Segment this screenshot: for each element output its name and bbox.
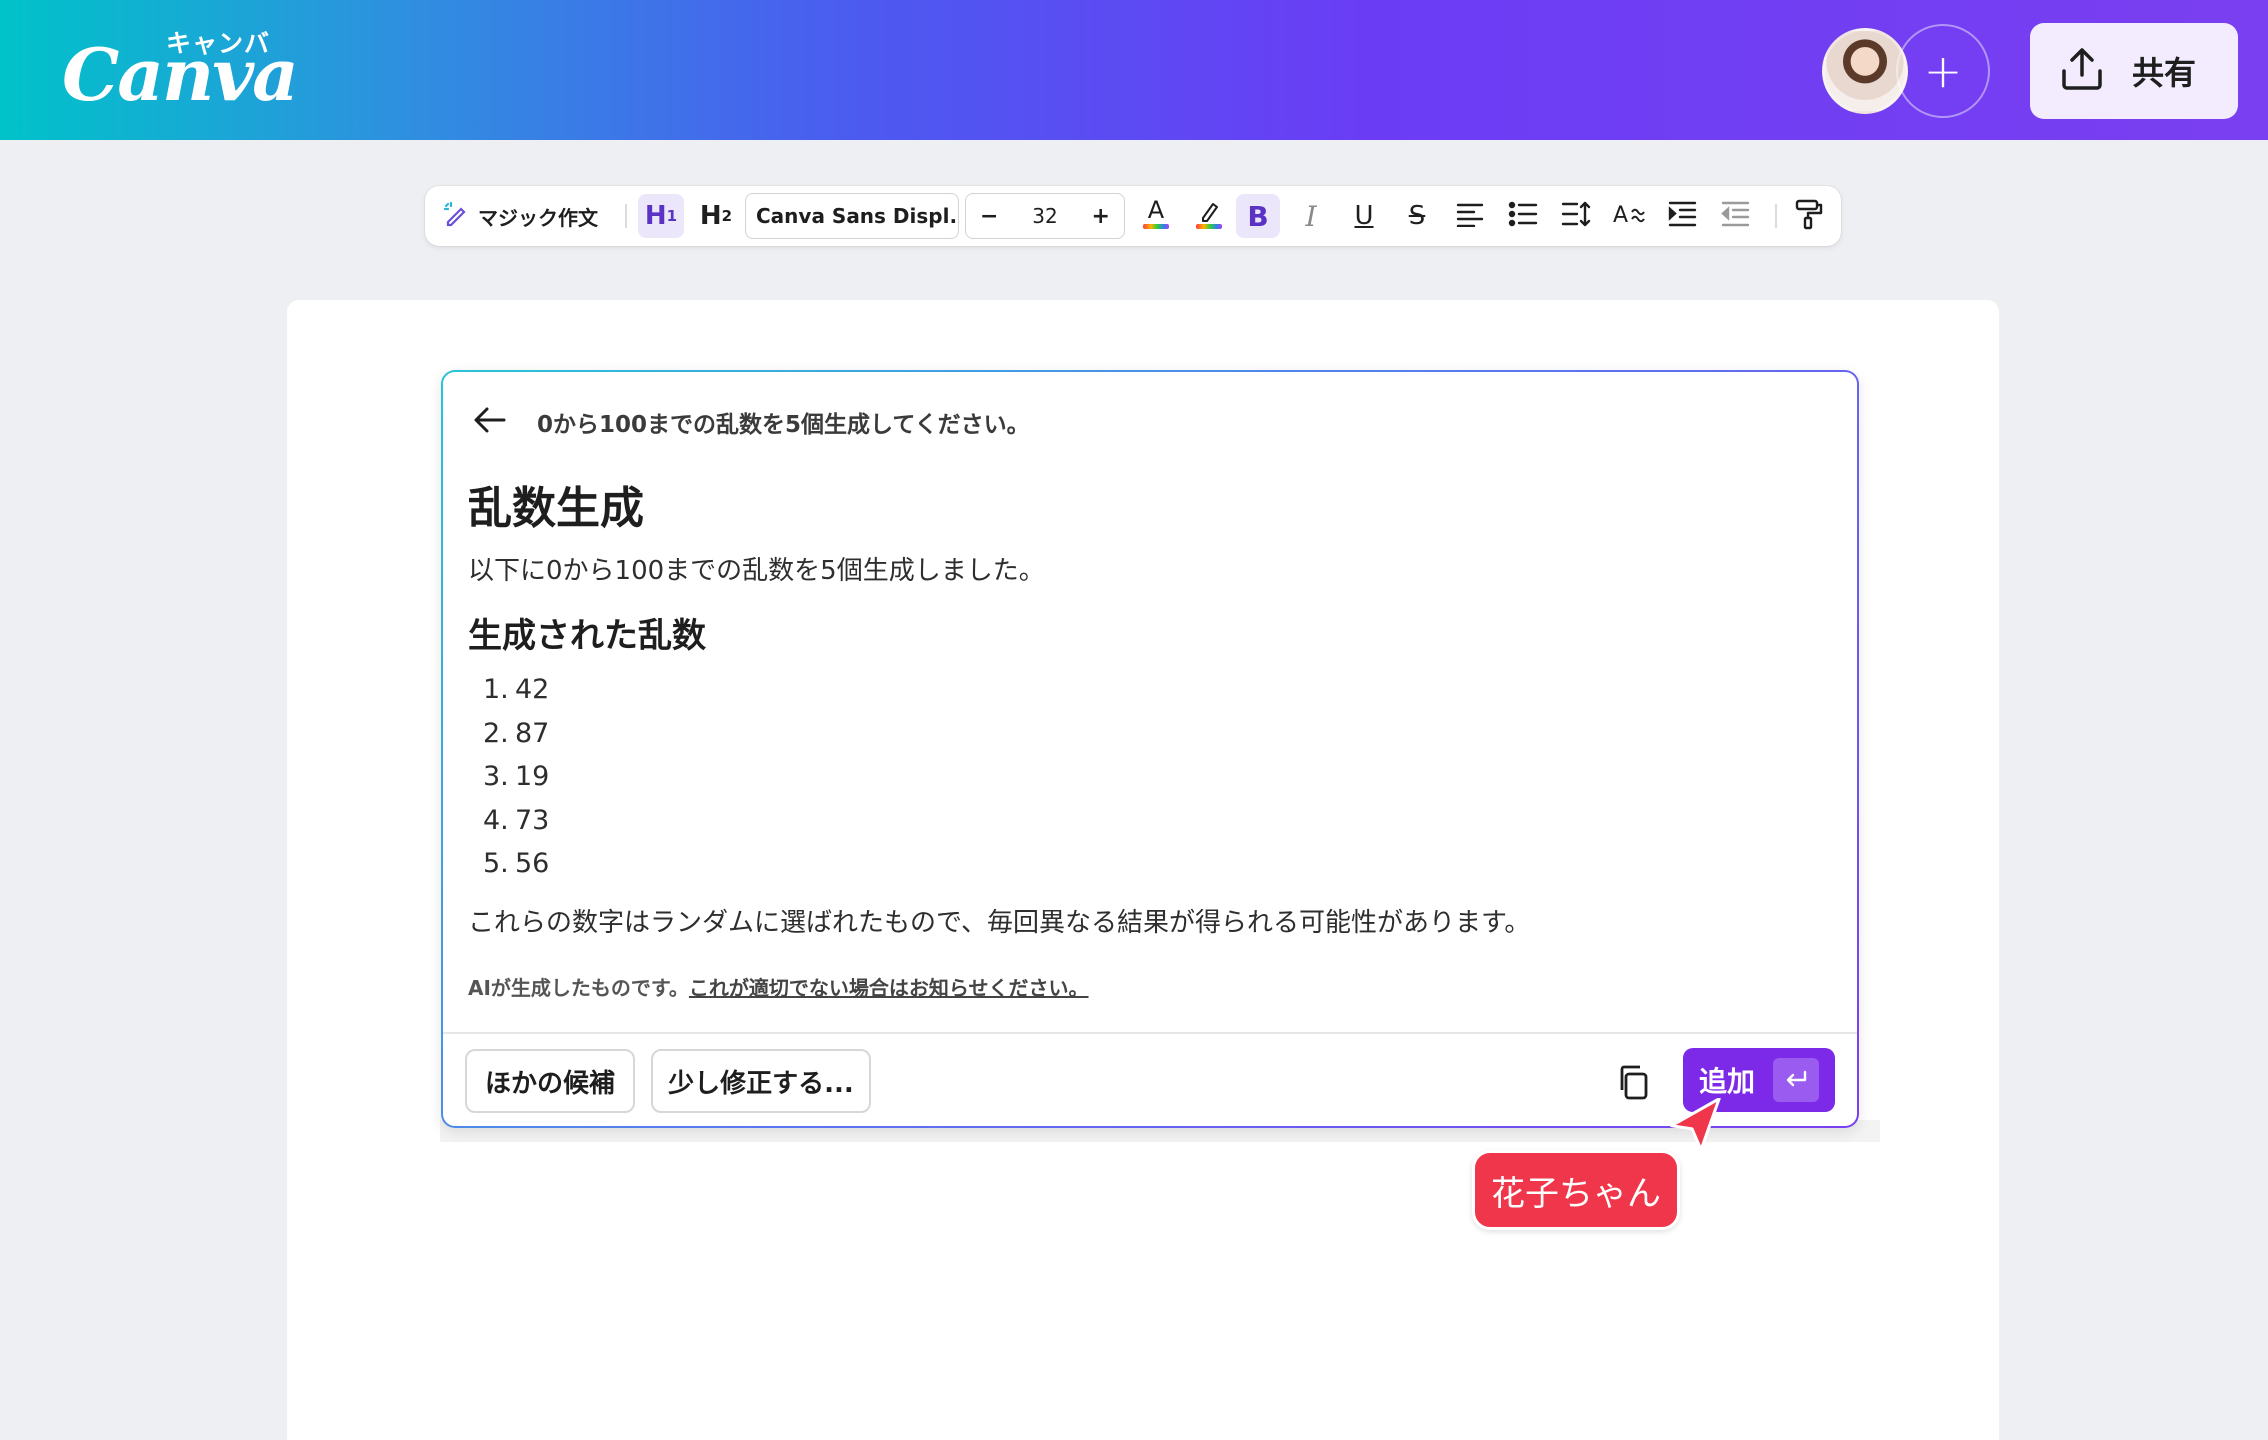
magic-write-result-card: 0から100までの乱数を5個生成してください。 乱数生成 以下に0から100まで… bbox=[441, 370, 1859, 1128]
bold-letter: B bbox=[1247, 199, 1269, 233]
decrease-size-button[interactable]: − bbox=[980, 204, 998, 229]
line-spacing-icon bbox=[1560, 199, 1592, 233]
modify-label: 少し修正する... bbox=[668, 1068, 854, 1099]
add-label: 追加 bbox=[1699, 1065, 1756, 1098]
result-note: これらの数字はランダムに選ばれたもので、毎回異なる結果が得られる可能性があります… bbox=[468, 908, 1531, 938]
list-item-value: 42 bbox=[515, 674, 550, 705]
underline-letter: U bbox=[1354, 201, 1374, 231]
list-item: 3. 19 bbox=[483, 755, 549, 799]
toolbar-divider bbox=[625, 204, 627, 228]
bullet-list-icon bbox=[1508, 200, 1538, 232]
toolbar-divider bbox=[1775, 204, 1777, 228]
italic-button[interactable]: I bbox=[1289, 194, 1333, 238]
add-collaborator-button[interactable]: + bbox=[1896, 24, 1990, 118]
list-item-number: 1. bbox=[483, 674, 509, 705]
text-effects-button[interactable]: A bbox=[1607, 194, 1651, 238]
result-intro: 以下に0から100までの乱数を5個生成しました。 bbox=[468, 556, 1045, 586]
result-subheading: 生成された乱数 bbox=[468, 616, 706, 656]
list-item: 1. 42 bbox=[483, 668, 549, 712]
top-header: キャンバ Canva + 共有 bbox=[0, 0, 2268, 140]
font-size-value[interactable]: 32 bbox=[1032, 204, 1057, 228]
other-candidates-label: ほかの候補 bbox=[484, 1068, 615, 1099]
share-label: 共有 bbox=[2132, 54, 2197, 92]
copy-icon bbox=[1613, 1062, 1653, 1106]
strikethrough-button[interactable]: S bbox=[1395, 194, 1439, 238]
copy-style-button[interactable] bbox=[1787, 194, 1831, 238]
align-button[interactable] bbox=[1448, 194, 1492, 238]
disclaimer-text: AIが生成したものです。 bbox=[468, 976, 689, 1000]
font-family-dropdown[interactable]: Canva Sans Displ... bbox=[745, 193, 959, 239]
list-item: 4. 73 bbox=[483, 799, 549, 843]
h2-letter: H bbox=[699, 201, 722, 231]
list-item: 2. 87 bbox=[483, 712, 549, 756]
outdent-button[interactable] bbox=[1713, 194, 1757, 238]
text-color-icon: A bbox=[1140, 196, 1172, 236]
bold-button[interactable]: B bbox=[1236, 194, 1280, 238]
report-link[interactable]: これが適切でない場合はお知らせください。 bbox=[689, 976, 1089, 1000]
list-item-value: 19 bbox=[515, 761, 550, 792]
magic-write-button[interactable]: マジック作文 bbox=[435, 194, 605, 238]
modify-button[interactable]: 少し修正する... bbox=[651, 1049, 871, 1113]
heading-1-button[interactable]: H1 bbox=[638, 194, 684, 238]
share-button[interactable]: 共有 bbox=[2030, 23, 2238, 119]
underline-button[interactable]: U bbox=[1342, 194, 1386, 238]
list-item-number: 4. bbox=[483, 804, 509, 836]
upload-icon bbox=[2058, 45, 2106, 97]
list-button[interactable] bbox=[1501, 194, 1545, 238]
list-item-value: 87 bbox=[515, 717, 550, 749]
h1-sub: 1 bbox=[666, 207, 678, 225]
heading-2-button[interactable]: H2 bbox=[693, 194, 739, 238]
text-color-button[interactable]: A bbox=[1134, 194, 1178, 238]
magic-write-label: マジック作文 bbox=[478, 205, 598, 230]
list-item-number: 5. bbox=[483, 848, 509, 879]
indent-decrease-icon bbox=[1720, 200, 1750, 232]
list-item-number: 2. bbox=[483, 717, 509, 749]
canva-logo[interactable]: キャンバ Canva bbox=[62, 22, 299, 122]
strikethrough-letter: S bbox=[1408, 201, 1426, 231]
list-item-value: 73 bbox=[515, 804, 550, 836]
ai-disclaimer: AIが生成したものです。これが適切でない場合はお知らせください。 bbox=[468, 972, 1089, 1001]
highlighter-icon bbox=[1193, 196, 1225, 236]
font-name: Canva Sans Displ... bbox=[756, 204, 959, 228]
align-left-icon bbox=[1455, 201, 1485, 231]
svg-text:A: A bbox=[1148, 196, 1165, 224]
random-number-list: 1. 42 2. 87 3. 19 4. 73 5. 56 bbox=[483, 668, 549, 886]
spacing-button[interactable] bbox=[1554, 194, 1598, 238]
prompt-row: 0から100までの乱数を5個生成してください。 bbox=[473, 402, 1030, 442]
list-item-value: 56 bbox=[515, 848, 550, 879]
highlight-color-button[interactable] bbox=[1187, 194, 1231, 238]
card-body: 0から100までの乱数を5個生成してください。 乱数生成 以下に0から100まで… bbox=[443, 372, 1857, 1126]
svg-text:A: A bbox=[1613, 203, 1628, 228]
text-toolbar: マジック作文 H1 H2 Canva Sans Displ... − 32 + … bbox=[425, 186, 1841, 246]
font-size-stepper: − 32 + bbox=[965, 193, 1125, 239]
collaborator-name: 花子ちゃん bbox=[1491, 1173, 1661, 1214]
h1-letter: H bbox=[644, 201, 667, 231]
collaborator-cursor-icon bbox=[1668, 1097, 1728, 1158]
prompt-text: 0から100までの乱数を5個生成してください。 bbox=[537, 412, 1030, 438]
copy-button[interactable] bbox=[1611, 1062, 1655, 1106]
italic-letter: I bbox=[1305, 199, 1317, 233]
plus-icon: + bbox=[1923, 44, 1963, 98]
text-effects-icon: A bbox=[1612, 200, 1646, 232]
h2-sub: 2 bbox=[721, 207, 733, 225]
collaborator-name-tag: 花子ちゃん bbox=[1472, 1150, 1680, 1230]
logo-wordmark: Canva bbox=[62, 32, 299, 117]
other-candidates-button[interactable]: ほかの候補 bbox=[465, 1049, 635, 1113]
paint-roller-icon bbox=[1794, 198, 1824, 234]
card-divider bbox=[443, 1032, 1857, 1034]
magic-pen-icon bbox=[442, 200, 470, 233]
indent-increase-icon bbox=[1667, 200, 1697, 232]
increase-size-button[interactable]: + bbox=[1092, 204, 1110, 229]
list-item-number: 3. bbox=[483, 761, 509, 792]
list-item: 5. 56 bbox=[483, 842, 549, 886]
result-heading: 乱数生成 bbox=[468, 483, 644, 534]
back-arrow-icon[interactable] bbox=[473, 405, 507, 439]
indent-button[interactable] bbox=[1660, 194, 1704, 238]
enter-key-icon bbox=[1773, 1058, 1820, 1102]
